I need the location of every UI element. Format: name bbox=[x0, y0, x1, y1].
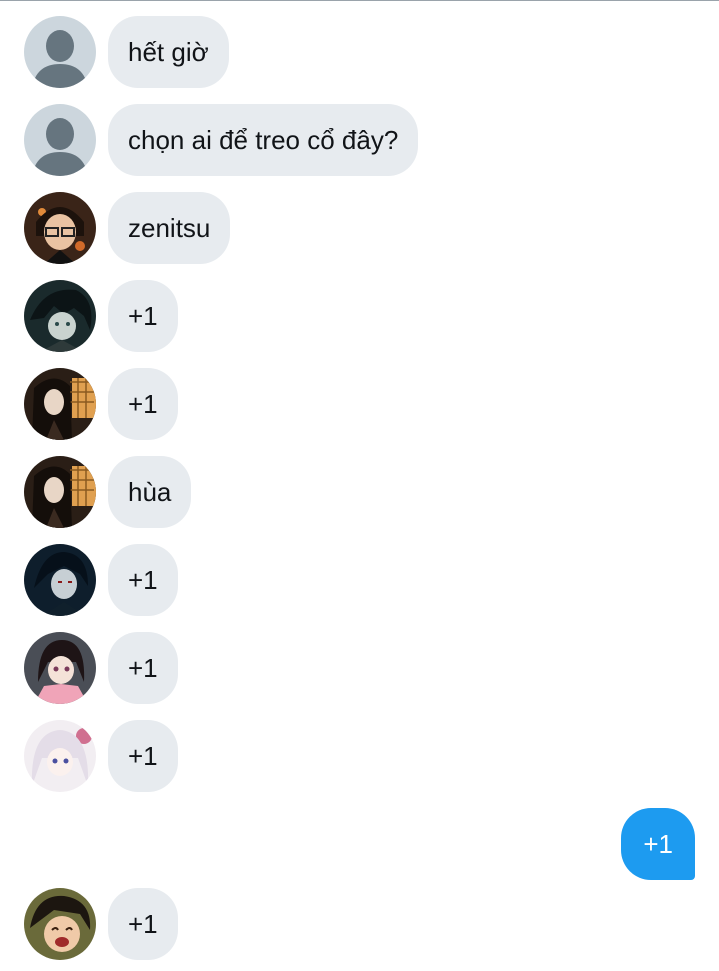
message-row: +1 bbox=[24, 544, 178, 616]
message-row: +1 bbox=[24, 720, 178, 792]
anime-avatar-pink-kimono-icon[interactable] bbox=[24, 632, 96, 704]
message-row: zenitsu bbox=[24, 192, 231, 264]
message-bubble: +1 bbox=[108, 544, 178, 616]
message-bubble: hết giờ bbox=[108, 16, 229, 88]
message-row: +1 bbox=[24, 280, 178, 352]
message-bubble: hùa bbox=[108, 456, 192, 528]
sent-message-bubble: +1 bbox=[621, 808, 695, 880]
message-row: chọn ai để treo cổ đây? bbox=[24, 104, 419, 176]
anime-avatar-glasses-icon[interactable] bbox=[24, 192, 96, 264]
anime-avatar-long-hair-icon[interactable] bbox=[24, 368, 96, 440]
message-row: hùa bbox=[24, 456, 192, 528]
message-bubble: +1 bbox=[108, 280, 178, 352]
message-row: +1 bbox=[24, 632, 178, 704]
top-divider bbox=[0, 0, 719, 1]
message-bubble: +1 bbox=[108, 888, 178, 960]
message-row: +1 bbox=[24, 888, 178, 960]
default-avatar-icon[interactable] bbox=[24, 16, 96, 88]
anime-avatar-dark-hair-icon[interactable] bbox=[24, 280, 96, 352]
message-bubble: zenitsu bbox=[108, 192, 231, 264]
message-bubble: +1 bbox=[108, 632, 178, 704]
default-avatar-icon[interactable] bbox=[24, 104, 96, 176]
anime-avatar-long-hair-icon[interactable] bbox=[24, 456, 96, 528]
message-row: +1 bbox=[24, 368, 178, 440]
message-bubble: +1 bbox=[108, 368, 178, 440]
anime-avatar-laughing-icon[interactable] bbox=[24, 888, 96, 960]
anime-avatar-white-hair-icon[interactable] bbox=[24, 720, 96, 792]
message-bubble: chọn ai để treo cổ đây? bbox=[108, 104, 419, 176]
message-bubble: +1 bbox=[108, 720, 178, 792]
message-row: hết giờ bbox=[24, 16, 229, 88]
anime-avatar-night-icon[interactable] bbox=[24, 544, 96, 616]
